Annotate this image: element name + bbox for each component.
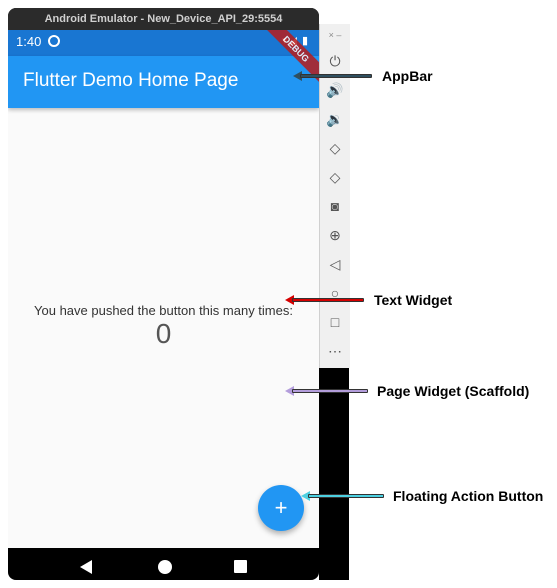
- rotate-left-icon[interactable]: ◇: [320, 135, 350, 161]
- increment-fab[interactable]: +: [258, 485, 304, 531]
- window-controls[interactable]: × –: [320, 30, 350, 40]
- emulator-backdrop: [319, 368, 349, 580]
- page-title: Flutter Demo Home Page: [23, 70, 239, 91]
- phone-screen: 1:40 ▾◢ ▮ Flutter Demo Home Page DEBUG Y…: [8, 30, 319, 580]
- appbar-annotation: AppBar: [382, 68, 433, 84]
- rotate-right-icon[interactable]: ◇: [320, 164, 350, 190]
- text-widget-arrow: [292, 298, 364, 302]
- navigation-bar: [8, 548, 319, 580]
- page-widget-arrow: [292, 389, 368, 393]
- volume-down-icon[interactable]: 🔉: [320, 106, 350, 132]
- back-icon[interactable]: [80, 560, 92, 574]
- camera-icon[interactable]: ◙: [320, 193, 350, 219]
- overview-icon[interactable]: □: [320, 309, 350, 335]
- home-icon[interactable]: ○: [320, 280, 350, 306]
- back-icon[interactable]: ◁: [320, 251, 350, 277]
- counter-label: You have pushed the button this many tim…: [34, 303, 293, 318]
- app-bar: Flutter Demo Home Page: [8, 56, 319, 108]
- emulator-window: Android Emulator - New_Device_API_29:555…: [8, 8, 319, 580]
- home-icon[interactable]: [158, 560, 172, 574]
- more-icon[interactable]: ⋯: [320, 338, 350, 364]
- page-widget-annotation: Page Widget (Scaffold): [377, 383, 530, 399]
- text-widget-annotation: Text Widget: [374, 292, 453, 308]
- appbar-arrow: [300, 74, 372, 78]
- status-time: 1:40: [16, 34, 42, 49]
- plus-icon: +: [274, 495, 288, 520]
- power-icon[interactable]: ⏻: [320, 48, 350, 74]
- window-title: Android Emulator - New_Device_API_29:555…: [8, 8, 319, 30]
- zoom-icon[interactable]: ⊕: [320, 222, 350, 248]
- scaffold-body: You have pushed the button this many tim…: [8, 108, 319, 548]
- notification-icon: [48, 35, 60, 47]
- recents-icon[interactable]: [234, 560, 247, 573]
- counter-value: 0: [155, 318, 172, 349]
- volume-up-icon[interactable]: 🔊: [320, 77, 350, 103]
- fab-annotation: Floating Action Button: [393, 488, 544, 504]
- fab-arrow: [308, 494, 384, 498]
